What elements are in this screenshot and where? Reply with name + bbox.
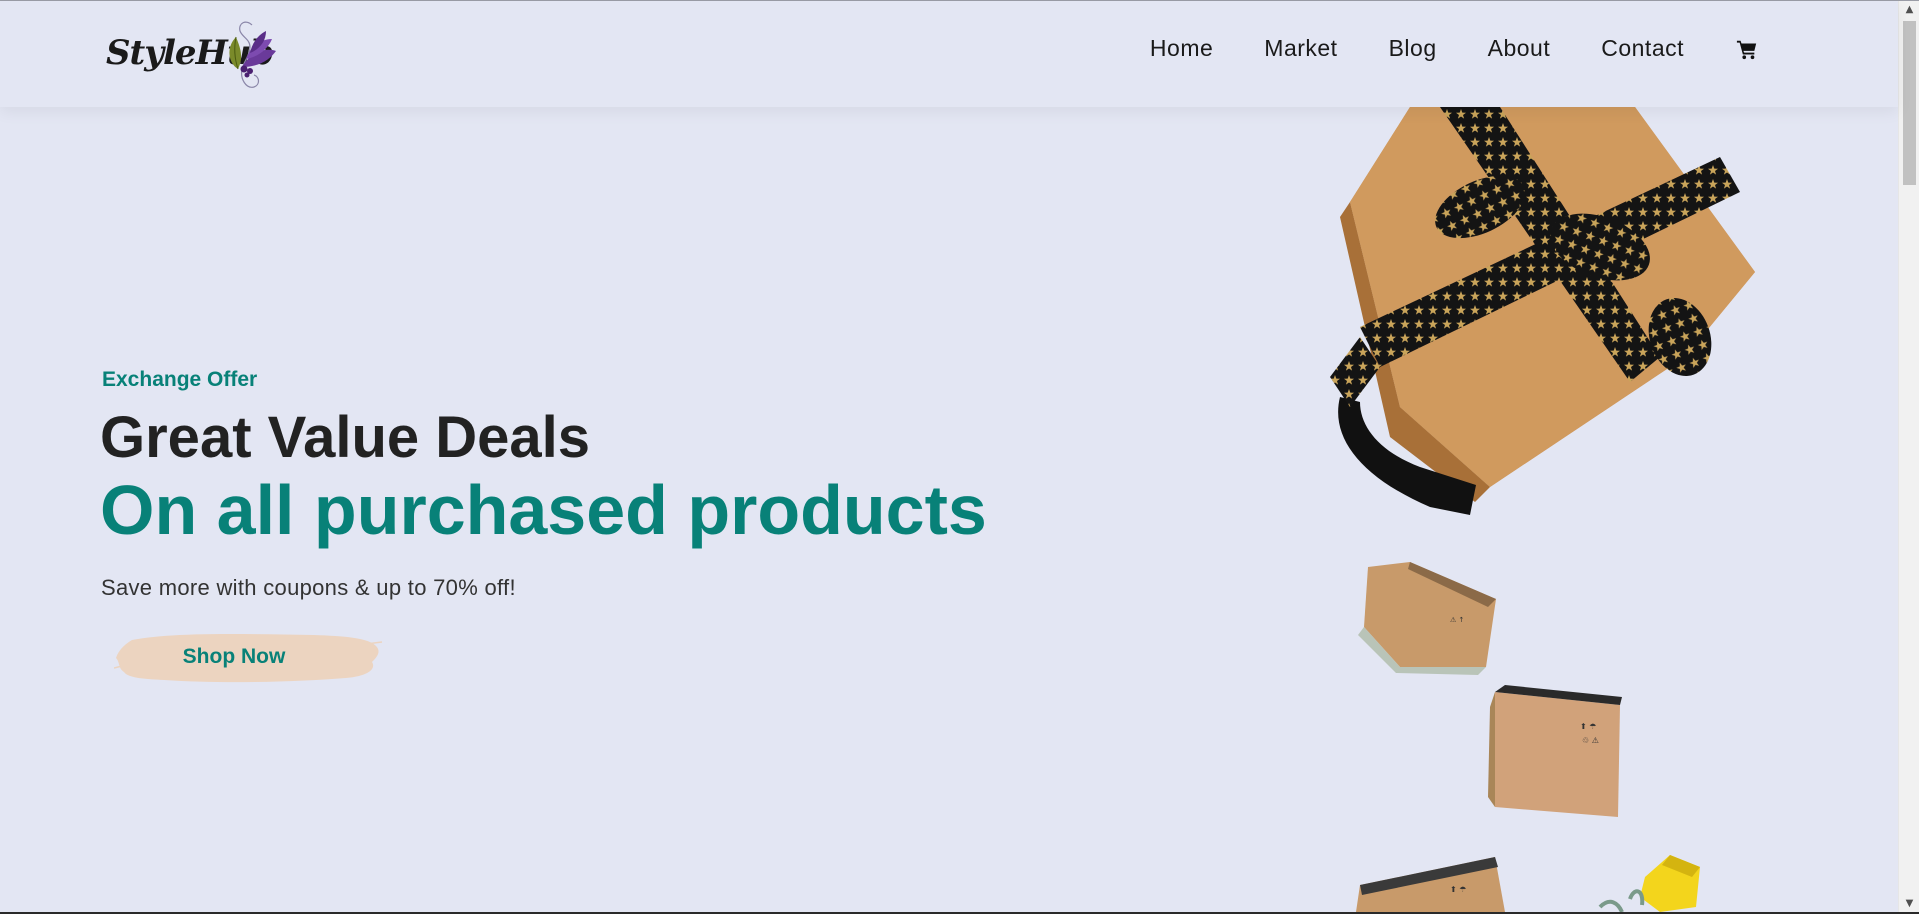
scroll-down-arrow-icon[interactable]: ▼ <box>1899 895 1919 912</box>
svg-text:⬆ ☂: ⬆ ☂ <box>1580 722 1596 731</box>
logo[interactable]: StyleHub <box>106 15 276 91</box>
scrollbar-thumb[interactable] <box>1903 21 1916 185</box>
yellow-gift-item <box>1598 855 1700 912</box>
svg-text:♲ ⚠: ♲ ⚠ <box>1582 736 1599 745</box>
page: StyleHub Home Market Blog About Contact <box>0 0 1919 914</box>
svg-text:⚠ ↑: ⚠ ↑ <box>1450 616 1464 624</box>
main-nav: Home Market Blog About Contact <box>1099 35 1758 62</box>
svg-text:⬆ ☂: ⬆ ☂ <box>1450 885 1466 894</box>
hero-description: Save more with coupons & up to 70% off! <box>101 575 516 600</box>
hero-subtitle: Exchange Offer <box>102 368 258 391</box>
shop-now-label: Shop Now <box>182 645 286 668</box>
vertical-scrollbar[interactable]: ▲ ▼ <box>1898 1 1919 912</box>
leaf-logo-icon <box>229 21 276 88</box>
hero-headline: Great Value Deals <box>100 405 591 470</box>
nav-contact[interactable]: Contact <box>1601 35 1684 62</box>
nav-blog[interactable]: Blog <box>1389 35 1437 62</box>
hero-headline-accent: On all purchased products <box>100 471 987 549</box>
navbar: StyleHub Home Market Blog About Contact <box>0 1 1898 107</box>
nav-market[interactable]: Market <box>1264 35 1337 62</box>
small-box-3: ⬆ ☂ <box>1356 857 1505 912</box>
nav-home[interactable]: Home <box>1150 35 1213 62</box>
shopping-cart-icon[interactable] <box>1736 38 1758 60</box>
falling-gift-boxes-image: ⚠ ↑ ⬆ ☂ ♲ ⚠ ⬆ ☂ <box>1330 107 1755 912</box>
nav-about[interactable]: About <box>1488 35 1551 62</box>
small-box-2: ⬆ ☂ ♲ ⚠ <box>1488 685 1622 817</box>
small-box-1: ⚠ ↑ <box>1358 562 1496 675</box>
large-gift-box <box>1330 107 1755 515</box>
scroll-up-arrow-icon[interactable]: ▲ <box>1899 1 1919 18</box>
shop-now-button[interactable]: Shop Now <box>114 628 384 686</box>
